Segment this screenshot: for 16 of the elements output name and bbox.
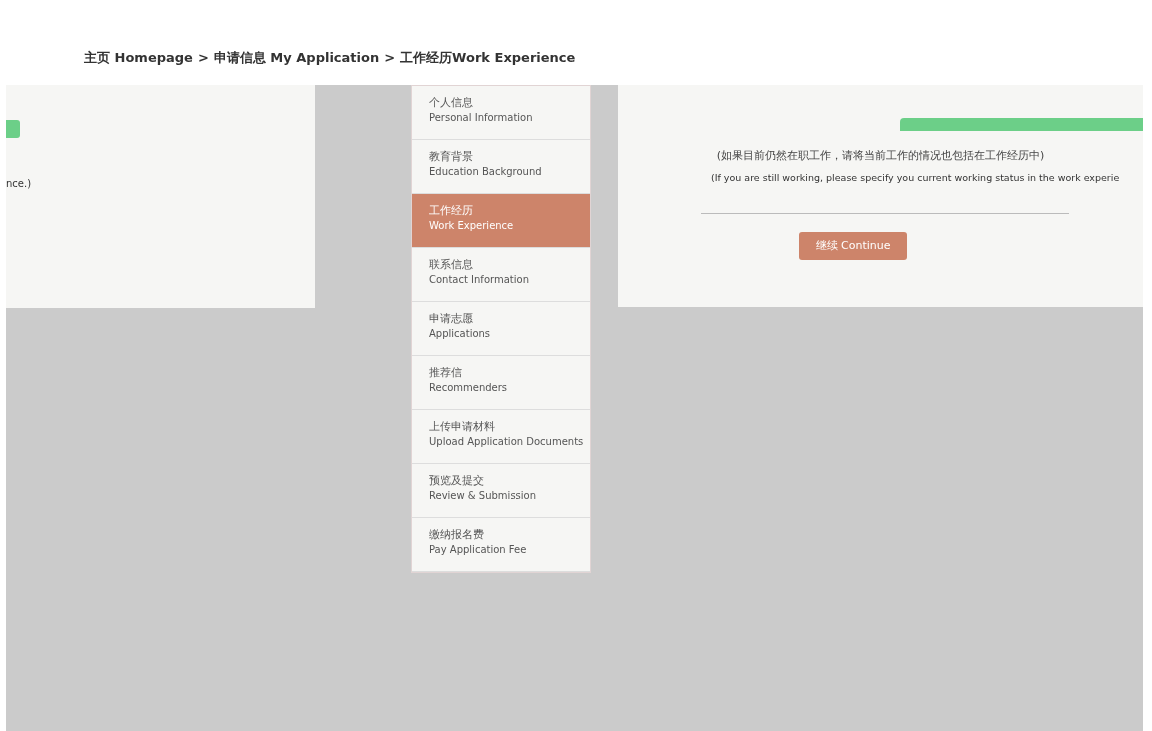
separator-icon: > bbox=[384, 50, 396, 65]
breadcrumb-link[interactable]: 申请信息 My Application bbox=[213, 50, 380, 65]
menu-item[interactable]: 上传申请材料 Upload Application Documents bbox=[412, 410, 590, 464]
note-text: nce.) bbox=[6, 177, 32, 191]
note-text: (如果目前仍然在职工作，请将当前工作的情况也包括在工作经历中) bbox=[715, 148, 1046, 164]
separator-icon: > bbox=[197, 50, 209, 65]
add-button-fragment[interactable] bbox=[900, 118, 1143, 131]
menu-item[interactable]: 缴纳报名费 Pay Application Fee bbox=[412, 518, 590, 572]
breadcrumb-link[interactable]: 主页 Homepage bbox=[84, 50, 193, 65]
note-text: (If you are still working, please specify you current working status in the work experie bbox=[710, 170, 1121, 185]
add-button-fragment[interactable] bbox=[6, 120, 20, 138]
menu-item[interactable]: 个人信息 Personal Information bbox=[412, 86, 590, 140]
menu-item[interactable]: 预览及提交 Review & Submission bbox=[412, 464, 590, 518]
menu-item[interactable]: 推荐信 Recommenders bbox=[412, 356, 590, 410]
menu-item[interactable]: 联系信息 Contact Information bbox=[412, 248, 590, 302]
menu-item[interactable]: 申请志愿 Applications bbox=[412, 302, 590, 356]
